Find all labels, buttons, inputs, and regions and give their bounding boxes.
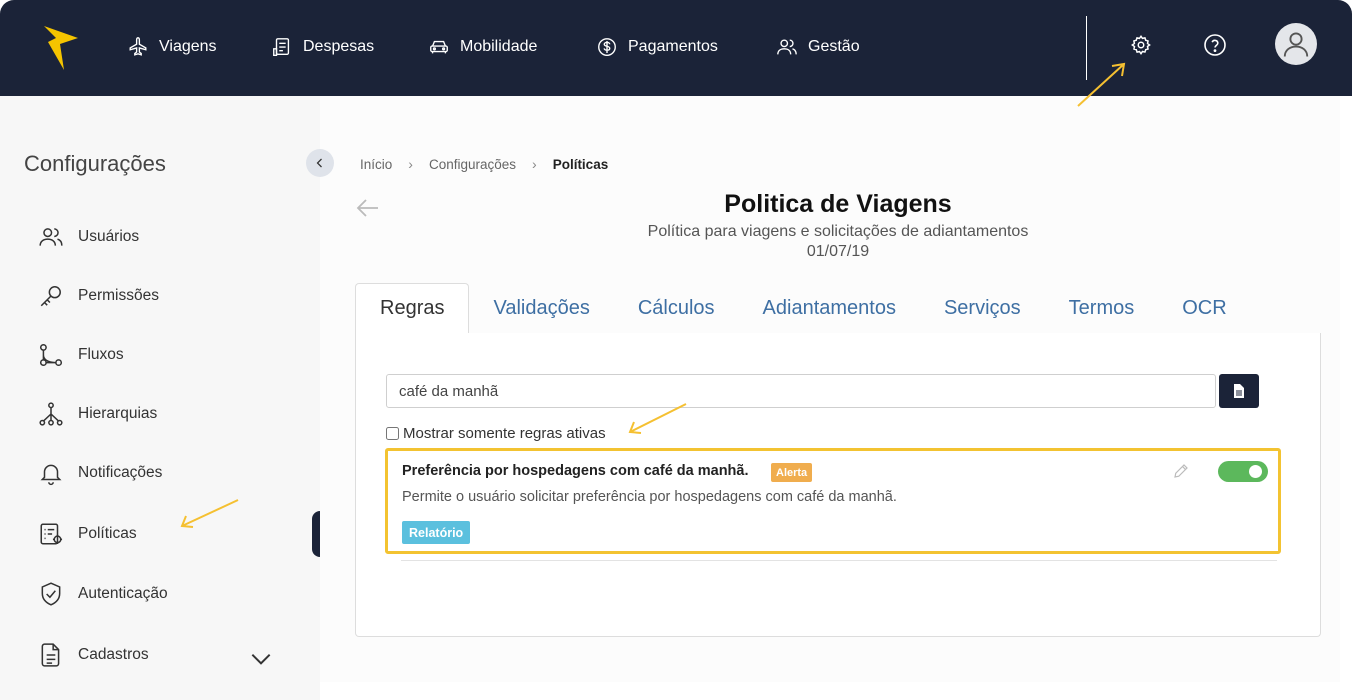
breadcrumb: Início › Configurações › Políticas — [360, 156, 608, 172]
document-icon — [1234, 384, 1244, 398]
dollar-circle-icon — [598, 38, 616, 56]
sidebar-item-label: Políticas — [78, 525, 137, 542]
users-icon — [39, 228, 63, 246]
chevron-down-icon[interactable] — [248, 646, 274, 672]
bell-icon — [40, 464, 62, 486]
report-button[interactable] — [1219, 374, 1259, 408]
tab-validacoes[interactable]: Validações — [469, 283, 614, 334]
shield-check-icon — [41, 582, 61, 606]
users-icon — [777, 39, 797, 55]
gear-icon — [1131, 35, 1151, 56]
tab-ocr[interactable]: OCR — [1158, 283, 1251, 334]
document-icon — [41, 643, 60, 667]
sidebar-item-hierarquias[interactable]: Hierarquias — [38, 401, 288, 427]
nav-despesas[interactable]: Despesas — [271, 34, 374, 60]
nav-mobilidade[interactable]: Mobilidade — [428, 34, 537, 60]
active-only-checkbox[interactable] — [386, 427, 399, 440]
top-navigation-bar: Viagens Despesas Mobilidade Pagamentos G… — [0, 0, 1352, 96]
sidebar-title: Configurações — [24, 151, 166, 176]
page-subtitle: Política para viagens e solicitações de … — [647, 223, 1029, 240]
rule-description: Permite o usuário solicitar preferência … — [402, 489, 897, 505]
rule-enabled-toggle[interactable] — [1218, 461, 1268, 482]
active-only-label: Mostrar somente regras ativas — [403, 425, 606, 442]
sidebar-collapse-button[interactable] — [306, 149, 334, 177]
active-only-filter[interactable]: Mostrar somente regras ativas — [386, 425, 606, 442]
toggle-knob — [1249, 465, 1262, 478]
active-item-marker — [312, 511, 320, 557]
receipt-icon — [273, 38, 290, 56]
hierarchy-icon — [39, 402, 63, 426]
tab-adiantamentos[interactable]: Adiantamentos — [738, 283, 920, 334]
alert-badge: Alerta — [771, 463, 813, 482]
chevron-left-icon — [316, 158, 322, 168]
user-avatar-icon — [1283, 32, 1309, 57]
airplane-icon — [129, 37, 147, 56]
chevron-right-icon: › — [532, 156, 537, 172]
sidebar-item-label: Autenticação — [78, 585, 168, 602]
sidebar-item-permissoes[interactable]: Permissões — [38, 283, 288, 309]
settings-button[interactable] — [1128, 32, 1154, 58]
sidebar-item-label: Usuários — [78, 228, 140, 245]
tabs: Regras Validações Cálculos Adiantamentos… — [355, 283, 1251, 334]
nav-divider — [1086, 16, 1087, 80]
user-avatar[interactable] — [1275, 23, 1317, 65]
tab-regras[interactable]: Regras — [355, 283, 470, 334]
sidebar-item-cadastros[interactable]: Cadastros — [38, 642, 288, 668]
sidebar-item-usuarios[interactable]: Usuários — [38, 224, 288, 250]
nav-label: Gestão — [808, 38, 860, 55]
sidebar-item-label: Hierarquias — [78, 405, 158, 422]
chevron-right-icon: › — [408, 156, 413, 172]
bolt-logo-icon[interactable] — [42, 24, 80, 70]
nav-gestao[interactable]: Gestão — [776, 34, 860, 60]
sidebar-item-politicas[interactable]: Políticas — [38, 521, 288, 547]
breadcrumb-inicio[interactable]: Início — [360, 157, 392, 172]
tab-termos[interactable]: Termos — [1044, 283, 1159, 334]
page-date: 01/07/19 — [806, 243, 870, 260]
policy-icon — [40, 523, 63, 545]
main-content: Início › Configurações › Políticas Polit… — [320, 96, 1340, 682]
help-circle-icon — [1204, 34, 1226, 56]
breadcrumb-politicas: Políticas — [552, 156, 609, 172]
nav-label: Mobilidade — [460, 38, 538, 55]
pencil-icon[interactable] — [1172, 462, 1190, 480]
sidebar-item-label: Fluxos — [78, 346, 124, 363]
nav-pagamentos[interactable]: Pagamentos — [596, 34, 718, 60]
rule-title: Preferência por hospedagens com café da … — [402, 463, 749, 479]
sidebar-item-label: Notificações — [78, 464, 163, 481]
sidebar-item-label: Cadastros — [78, 646, 149, 663]
nav-label: Pagamentos — [628, 38, 718, 55]
flow-icon — [39, 343, 63, 367]
help-button[interactable] — [1202, 32, 1228, 58]
rule-card[interactable]: Preferência por hospedagens com café da … — [385, 448, 1281, 554]
page-title: Politica de Viagens — [724, 190, 952, 218]
sidebar-item-fluxos[interactable]: Fluxos — [38, 342, 288, 368]
key-icon — [40, 286, 61, 307]
nav-label: Viagens — [159, 38, 217, 55]
nav-viagens[interactable]: Viagens — [127, 34, 217, 60]
sidebar-item-notificacoes[interactable]: Notificações — [38, 460, 288, 486]
sidebar-item-autenticacao[interactable]: Autenticação — [38, 581, 288, 607]
nav-label: Despesas — [303, 38, 375, 55]
breadcrumb-configuracoes[interactable]: Configurações — [429, 157, 516, 172]
rules-panel: Mostrar somente regras ativas Preferênci… — [355, 333, 1321, 637]
tab-calculos[interactable]: Cálculos — [613, 283, 739, 334]
divider — [401, 560, 1277, 561]
rules-search-input[interactable] — [386, 374, 1216, 408]
sidebar: Configurações Usuários Permissões Fluxos… — [0, 96, 320, 700]
sidebar-item-label: Permissões — [78, 287, 159, 304]
car-icon — [430, 40, 448, 54]
tab-servicos[interactable]: Serviços — [919, 283, 1045, 334]
report-tag: Relatório — [402, 521, 471, 544]
